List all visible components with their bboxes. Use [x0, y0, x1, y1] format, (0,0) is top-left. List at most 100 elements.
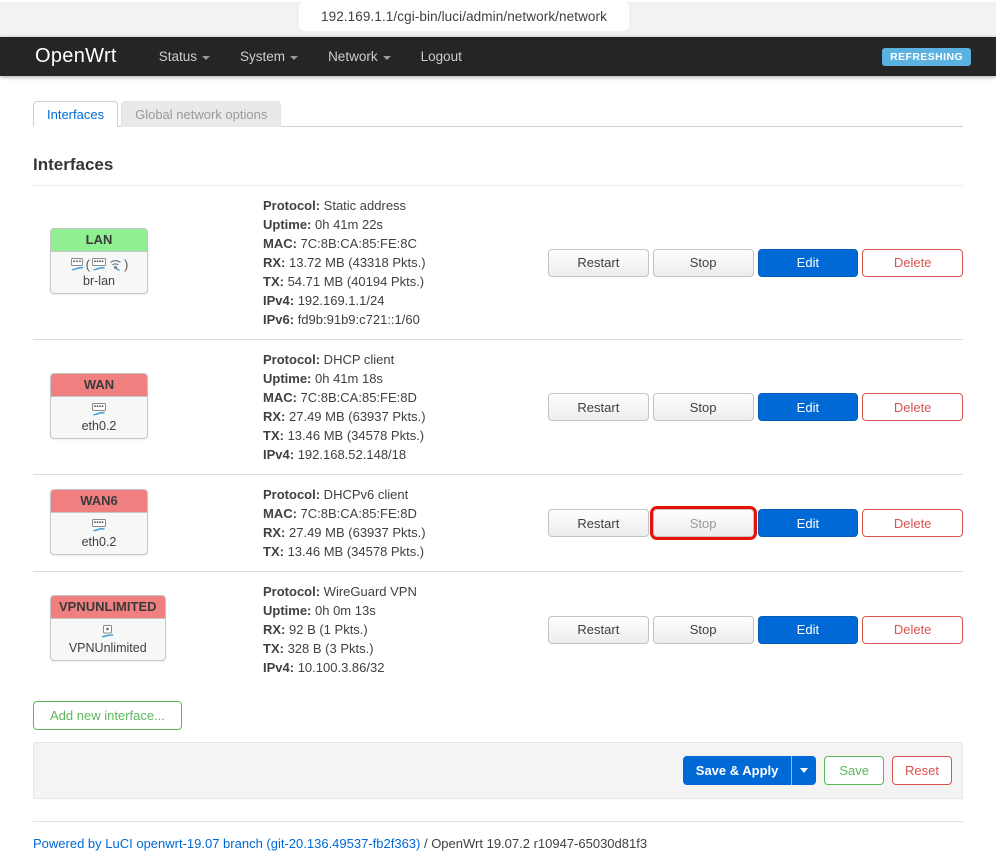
interface-list: LAN()br-lanProtocol: Static addressUptim… — [33, 186, 963, 687]
detail-value: 0h 0m 13s — [311, 603, 375, 618]
interface-details: Protocol: Static addressUptime: 0h 41m 2… — [263, 196, 548, 329]
save-apply-split-button: Save & Apply — [683, 756, 817, 785]
interface-detail-line: Uptime: 0h 41m 22s — [263, 215, 548, 234]
detail-label: IPv4: — [263, 293, 294, 308]
openwrt-logo: OpenWrt — [35, 45, 117, 68]
detail-value: fd9b:91b9:c721::1/60 — [294, 312, 420, 327]
interface-detail-line: TX: 13.46 MB (34578 Pkts.) — [263, 542, 548, 561]
page-actions-bar: Save & Apply Save Reset — [33, 742, 963, 799]
interface-actions: RestartStopEditDelete — [548, 616, 963, 644]
reset-button[interactable]: Reset — [892, 756, 952, 785]
restart-button-lan[interactable]: Restart — [548, 249, 649, 277]
tab-global-network-options[interactable]: Global network options — [121, 101, 281, 127]
detail-value: 7C:8B:CA:85:FE:8D — [297, 390, 417, 405]
stop-button-wan6-highlighted[interactable]: Stop — [653, 509, 754, 537]
interface-icons: () — [57, 256, 141, 273]
restart-button-wan[interactable]: Restart — [548, 393, 649, 421]
browser-chrome: 192.169.1.1/cgi-bin/luci/admin/network/n… — [0, 0, 996, 37]
delete-button-vpnunlimited[interactable]: Delete — [862, 616, 963, 644]
footer: Powered by LuCI openwrt-19.07 branch (gi… — [33, 821, 963, 851]
interface-detail-line: MAC: 7C:8B:CA:85:FE:8D — [263, 388, 548, 407]
bridge-paren: ( — [86, 257, 90, 272]
address-bar-url: 192.169.1.1/cgi-bin/luci/admin/network/n… — [321, 9, 607, 24]
detail-value: 0h 41m 18s — [311, 371, 383, 386]
save-apply-button[interactable]: Save & Apply — [683, 756, 792, 785]
interface-status-cell: LAN()br-lan — [33, 228, 263, 297]
detail-value: 13.46 MB (34578 Pkts.) — [284, 544, 424, 559]
interface-detail-line: RX: 13.72 MB (43318 Pkts.) — [263, 253, 548, 272]
refreshing-status-badge: REFRESHING — [882, 48, 971, 66]
interface-detail-line: Protocol: DHCPv6 client — [263, 485, 548, 504]
delete-button-wan6[interactable]: Delete — [862, 509, 963, 537]
interface-actions: RestartStopEditDelete — [548, 249, 963, 277]
nav-item-status[interactable]: Status — [159, 49, 210, 64]
interface-name-label: WAN6 — [51, 490, 147, 513]
interface-detail-line: Protocol: Static address — [263, 196, 548, 215]
interface-detail-line: MAC: 7C:8B:CA:85:FE:8C — [263, 234, 548, 253]
detail-label: IPv4: — [263, 447, 294, 462]
detail-label: IPv4: — [263, 660, 294, 675]
interface-row-vpnunlimited: VPNUNLIMITEDVPNUnlimitedProtocol: WireGu… — [33, 572, 963, 687]
detail-label: TX: — [263, 428, 284, 443]
interface-detail-line: IPv4: 192.168.52.148/18 — [263, 445, 548, 464]
interface-box-body: eth0.2 — [51, 397, 147, 438]
edit-button-vpnunlimited[interactable]: Edit — [758, 616, 859, 644]
address-bar[interactable]: 192.169.1.1/cgi-bin/luci/admin/network/n… — [299, 2, 629, 31]
interface-details: Protocol: WireGuard VPNUptime: 0h 0m 13s… — [263, 582, 548, 677]
interface-device-label: eth0.2 — [57, 535, 141, 549]
detail-value: 13.72 MB (43318 Pkts.) — [285, 255, 425, 270]
interface-detail-line: Uptime: 0h 0m 13s — [263, 601, 548, 620]
nav-item-logout[interactable]: Logout — [421, 49, 462, 64]
detail-label: Uptime: — [263, 603, 311, 618]
detail-value: 7C:8B:CA:85:FE:8C — [297, 236, 417, 251]
nav-item-system[interactable]: System — [240, 49, 298, 64]
detail-value: DHCP client — [320, 352, 394, 367]
detail-label: Protocol: — [263, 487, 320, 502]
add-new-interface-button[interactable]: Add new interface... — [33, 701, 182, 730]
tab-interfaces[interactable]: Interfaces — [33, 101, 118, 127]
save-apply-dropdown-button[interactable] — [791, 756, 816, 785]
interface-status-cell: WAN6 eth0.2 — [33, 489, 263, 558]
stop-button-vpnunlimited[interactable]: Stop — [653, 616, 754, 644]
interface-detail-line: TX: 54.71 MB (40194 Pkts.) — [263, 272, 548, 291]
detail-value: WireGuard VPN — [320, 584, 417, 599]
ethernet-switch-icon — [91, 402, 107, 417]
luci-version-link[interactable]: Powered by LuCI openwrt-19.07 branch (gi… — [33, 836, 420, 851]
detail-label: Uptime: — [263, 371, 311, 386]
edit-button-wan6[interactable]: Edit — [758, 509, 859, 537]
detail-label: TX: — [263, 274, 284, 289]
nav-item-network[interactable]: Network — [328, 49, 391, 64]
detail-value: 192.168.52.148/18 — [294, 447, 406, 462]
save-button[interactable]: Save — [824, 756, 884, 785]
interface-detail-line: RX: 27.49 MB (63937 Pkts.) — [263, 523, 548, 542]
detail-value: 54.71 MB (40194 Pkts.) — [284, 274, 424, 289]
detail-label: TX: — [263, 641, 284, 656]
wifi-icon — [108, 257, 123, 272]
detail-value: 192.169.1.1/24 — [294, 293, 384, 308]
ethernet-switch-icon — [91, 518, 107, 533]
interface-icons — [57, 401, 141, 418]
interface-detail-line: IPv4: 10.100.3.86/32 — [263, 658, 548, 677]
edit-button-wan[interactable]: Edit — [758, 393, 859, 421]
detail-label: MAC: — [263, 506, 297, 521]
stop-button-wan[interactable]: Stop — [653, 393, 754, 421]
restart-button-vpnunlimited[interactable]: Restart — [548, 616, 649, 644]
interface-detail-line: IPv4: 192.169.1.1/24 — [263, 291, 548, 310]
chevron-down-icon — [290, 56, 298, 60]
detail-value: 328 B (3 Pkts.) — [284, 641, 374, 656]
edit-button-lan[interactable]: Edit — [758, 249, 859, 277]
restart-button-wan6[interactable]: Restart — [548, 509, 649, 537]
interface-detail-line: RX: 92 B (1 Pkts.) — [263, 620, 548, 639]
detail-value: Static address — [320, 198, 406, 213]
detail-label: Protocol: — [263, 352, 320, 367]
interface-status-cell: VPNUNLIMITEDVPNUnlimited — [33, 595, 263, 664]
delete-button-lan[interactable]: Delete — [862, 249, 963, 277]
interface-name-label: VPNUNLIMITED — [51, 596, 165, 619]
interface-row-wan: WANeth0.2Protocol: DHCP clientUptime: 0h… — [33, 340, 963, 475]
openwrt-version-text: / OpenWrt 19.07.2 r10947-65030d81f3 — [420, 836, 647, 851]
stop-button-lan[interactable]: Stop — [653, 249, 754, 277]
interface-icons — [57, 517, 141, 534]
delete-button-wan[interactable]: Delete — [862, 393, 963, 421]
interface-device-label: eth0.2 — [57, 419, 141, 433]
detail-label: Uptime: — [263, 217, 311, 232]
